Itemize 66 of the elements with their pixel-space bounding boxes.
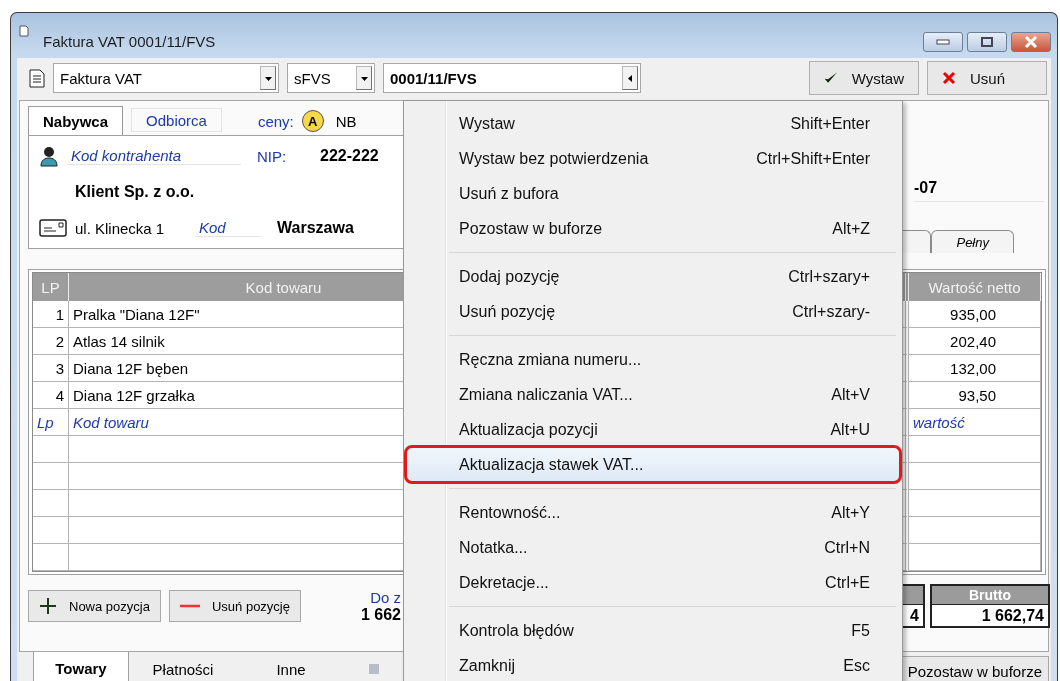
bottom-tab[interactable]: Towary — [33, 652, 129, 681]
total-label: Do z — [370, 588, 401, 606]
window-title: Faktura VAT 0001/11/FVS — [43, 33, 217, 52]
menu-item[interactable]: Notatka... Ctrl+N — [406, 530, 900, 565]
menu-item[interactable]: Rentowność... Alt+Y — [406, 495, 900, 530]
customer-name: Klient Sp. z o.o. — [75, 183, 195, 201]
column-header: Wartość netto — [909, 273, 1041, 301]
menu-item[interactable]: Usuń z bufora — [406, 176, 900, 211]
series-dropdown[interactable]: sFVS — [287, 63, 375, 93]
customer-code-field[interactable]: Kod kontrahenta — [67, 147, 241, 165]
gross-box: Brutto 1 662,74 — [930, 584, 1050, 628]
total-value: 1 662 — [360, 605, 401, 624]
city-text: Warszawa — [277, 219, 354, 237]
cross-icon — [942, 71, 956, 85]
prices-label: ceny: — [257, 113, 294, 130]
table-cell: 1 — [33, 301, 69, 328]
close-button[interactable] — [1011, 32, 1051, 52]
column-header: LP — [33, 273, 69, 301]
minimize-button[interactable] — [923, 32, 963, 52]
plus-icon — [39, 597, 57, 615]
minus-icon — [179, 604, 200, 608]
street-text: ul. Klinecka 1 — [75, 219, 166, 237]
delete-button[interactable]: Usuń — [927, 61, 1047, 95]
view-tab[interactable]: Pełny — [931, 230, 1014, 253]
envelope-icon — [39, 219, 67, 237]
menu-item[interactable]: Wystaw Shift+Enter — [406, 106, 900, 141]
square-icon — [369, 664, 379, 674]
table-cell: 93,50 — [909, 382, 1041, 409]
bottom-tab[interactable]: Inne — [237, 652, 345, 681]
dropdown-arrow-icon — [360, 74, 368, 82]
remove-row-button[interactable]: Usuń pozycję — [168, 590, 301, 622]
table-cell[interactable]: wartość — [909, 409, 1041, 436]
table-cell: 202,40 — [909, 328, 1041, 355]
table-cell: 935,00 — [909, 301, 1041, 328]
nip-value: 222-222 — [320, 147, 379, 165]
issue-button[interactable]: Wystaw — [809, 61, 919, 95]
add-row-button[interactable]: Nowa pozycja — [28, 590, 161, 622]
postal-code-field[interactable]: Kod — [195, 219, 261, 237]
person-icon — [39, 145, 59, 167]
table-cell: 2 — [33, 328, 69, 355]
party-tab[interactable]: Odbiorca — [131, 108, 222, 132]
price-type-value: NB — [334, 113, 357, 130]
maximize-icon — [980, 36, 994, 48]
price-level-badge: A — [301, 110, 324, 132]
window-icon — [19, 25, 29, 37]
dropdown-arrow-icon — [264, 74, 272, 82]
number-field[interactable]: 0001/11/FVS — [383, 63, 641, 93]
table-cell: 132,00 — [909, 355, 1041, 382]
table-cell: 3 — [33, 355, 69, 382]
table-cell[interactable]: Lp — [33, 409, 69, 436]
document-icon — [29, 68, 45, 88]
table-cell: 4 — [33, 382, 69, 409]
close-icon — [1023, 36, 1039, 48]
date-value: -07 — [914, 179, 1044, 202]
bottom-tab[interactable]: Płatności — [129, 652, 237, 681]
maximize-button[interactable] — [967, 32, 1007, 52]
nip-label: NIP: — [257, 147, 288, 165]
left-arrow-icon — [626, 74, 634, 82]
minimize-icon — [936, 39, 950, 45]
menu-item[interactable]: Aktualizacja stawek VAT... — [406, 447, 900, 482]
keep-in-buffer-button[interactable]: Pozostaw w buforze — [900, 656, 1049, 681]
menu-item[interactable]: Zamknij Esc — [406, 648, 900, 681]
party-tab[interactable]: Nabywca — [28, 106, 124, 135]
document-type-dropdown[interactable]: Faktura VAT — [53, 63, 279, 93]
menu-item[interactable]: Wystaw bez potwierdzenia Ctrl+Shift+Enter — [406, 141, 900, 176]
menu-item[interactable]: Pozostaw w buforze Alt+Z — [406, 211, 900, 246]
